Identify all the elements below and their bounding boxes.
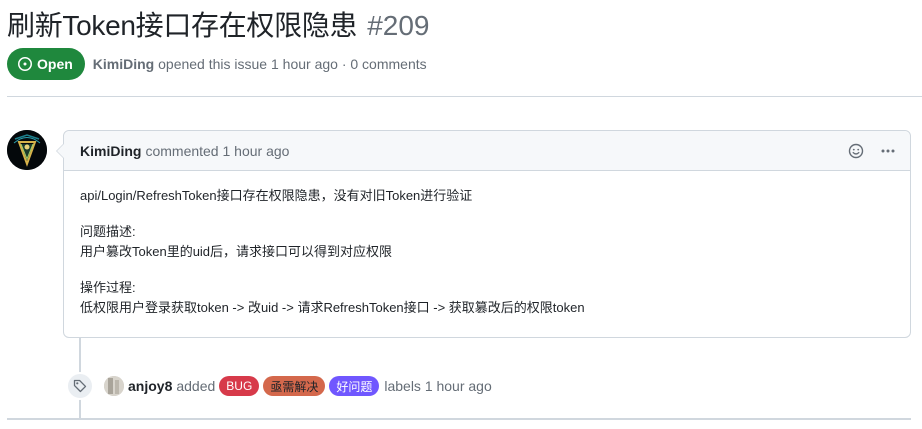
label-bug[interactable]: BUG xyxy=(219,376,260,396)
event-actor-link[interactable]: anjoy8 xyxy=(128,378,172,394)
issue-title-row: 刷新Token接口存在权限隐患 #209 xyxy=(7,4,430,41)
comment-timestamp[interactable]: commented 1 hour ago xyxy=(145,143,289,159)
avatar[interactable] xyxy=(104,376,124,396)
timeline-event: anjoy8 added BUG 亟需解决 好问题 labels 1 hour … xyxy=(66,372,492,400)
issue-state-badge: Open xyxy=(7,48,85,80)
tag-icon xyxy=(66,372,94,400)
steps-text: 低权限用户登录获取token -> 改uid -> 请求RefreshToken… xyxy=(80,300,585,315)
problem-heading: 问题描述: xyxy=(80,224,136,239)
avatar[interactable] xyxy=(7,130,47,170)
comment-paragraph: api/Login/RefreshToken接口存在权限隐患，没有对旧Token… xyxy=(80,188,473,203)
issue-number: #209 xyxy=(367,10,430,41)
label-urgent[interactable]: 亟需解决 xyxy=(263,376,326,396)
issue-opened-text: opened this issue 1 hour ago · 0 comment… xyxy=(158,56,427,72)
issue-open-icon xyxy=(17,56,33,72)
issue-opened-meta: KimiDing opened this issue 1 hour ago · … xyxy=(93,56,427,72)
label-good-question[interactable]: 好问题 xyxy=(329,376,380,396)
comment-actions xyxy=(846,141,898,161)
timeline-divider xyxy=(7,418,911,420)
comment-paragraph-problem: 问题描述: 用户篡改Token里的uid后，请求接口可以得到对应权限 xyxy=(80,222,894,262)
comment-header: KimiDing commented 1 hour ago xyxy=(64,131,910,171)
issue-author-link[interactable]: KimiDing xyxy=(93,56,154,72)
issue-state-label: Open xyxy=(37,56,73,72)
event-suffix[interactable]: labels 1 hour ago xyxy=(384,378,491,394)
comment-paragraph-steps: 操作过程: 低权限用户登录获取token -> 改uid -> 请求Refres… xyxy=(80,278,894,318)
issue-title: 刷新Token接口存在权限隐患 xyxy=(7,10,358,41)
event-verb: added xyxy=(176,378,216,394)
comment-author-link[interactable]: KimiDing xyxy=(80,143,141,159)
smiley-icon[interactable] xyxy=(846,141,866,161)
header-divider xyxy=(7,96,922,97)
comment-body: api/Login/RefreshToken接口存在权限隐患，没有对旧Token… xyxy=(64,171,910,318)
problem-text: 用户篡改Token里的uid后，请求接口可以得到对应权限 xyxy=(80,244,393,259)
issue-meta: Open KimiDing opened this issue 1 hour a… xyxy=(7,48,427,80)
steps-heading: 操作过程: xyxy=(80,280,136,295)
kebab-horizontal-icon[interactable] xyxy=(878,141,898,161)
comment-box: KimiDing commented 1 hour ago api/Login/… xyxy=(56,130,911,338)
